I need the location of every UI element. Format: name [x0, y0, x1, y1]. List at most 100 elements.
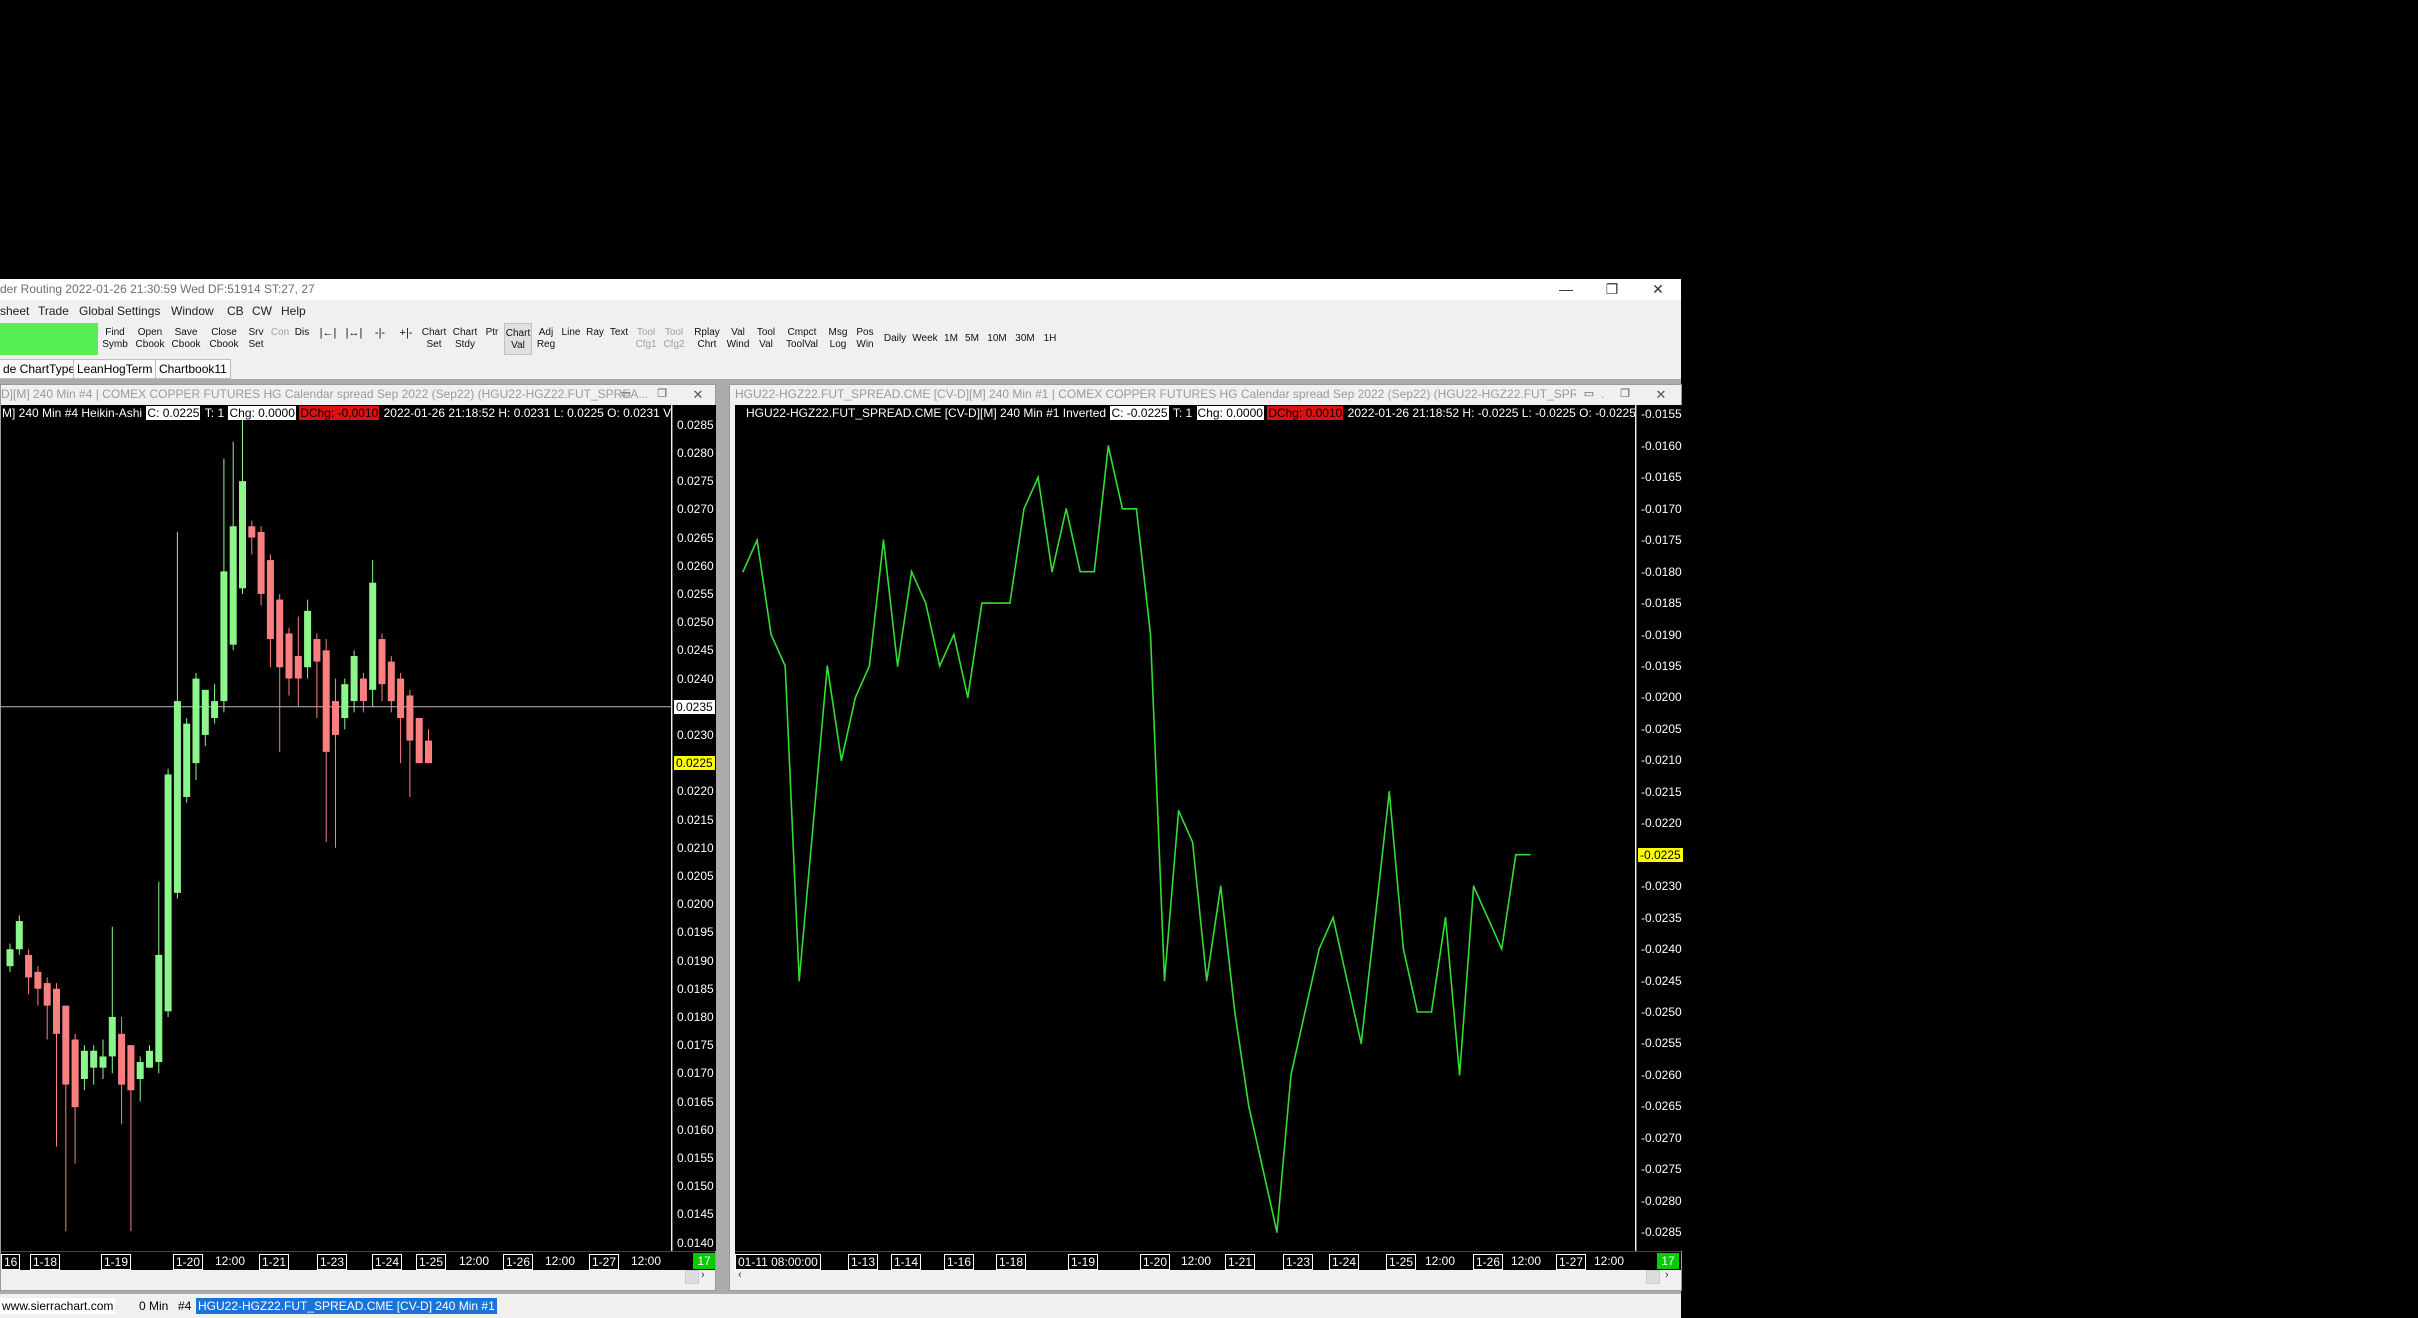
open-chartbook-button[interactable]: Open Cbook: [134, 323, 166, 355]
price-tick-label: -0.0250: [1641, 1004, 1682, 1019]
tab-chartbook11[interactable]: Chartbook11: [155, 359, 231, 379]
restore-icon[interactable]: ❐: [1589, 279, 1635, 300]
scroll-thumb[interactable]: [1646, 1270, 1660, 1284]
time-tick-label: 1-20: [1140, 1254, 1171, 1270]
price-chart-area[interactable]: M] 240 Min #4 Heikin-Ashi C: 0.0225 T: 1…: [1, 405, 671, 1251]
candle-body: [248, 526, 256, 538]
price-point: [854, 696, 857, 699]
menu-item-sheet[interactable]: sheet: [0, 301, 29, 321]
scroll-right-icon[interactable]: ›: [701, 1269, 705, 1281]
replay-chart-button[interactable]: Rplay Chrt: [691, 323, 723, 355]
ray-tool-button[interactable]: Ray: [584, 323, 606, 355]
price-axis[interactable]: 0.0285 0.0280 0.0275 0.0270 0.0265 0.0260 0.02…: [672, 405, 716, 1251]
candle-body: [229, 526, 237, 645]
minimize-icon[interactable]: —: [1543, 279, 1589, 300]
adjust-regression-button[interactable]: Adj Reg: [534, 323, 558, 355]
candle-body: [6, 949, 14, 967]
horizontal-scrollbar[interactable]: ›: [1, 1269, 715, 1284]
price-point: [840, 759, 843, 762]
restore-icon[interactable]: ❐: [649, 386, 675, 403]
text-tool-button[interactable]: Text: [607, 323, 631, 355]
price-tick-label: 0.0145: [677, 1207, 714, 1222]
candle-body: [127, 1045, 135, 1091]
price-tick-label: 0.0185: [677, 981, 714, 996]
status-chart-interval[interactable]: 0 Min: [137, 1298, 170, 1314]
menu-item-cw[interactable]: CW: [252, 301, 272, 321]
restore-icon[interactable]: ❐: [1612, 386, 1638, 403]
menu-bar: sheet Trade Global Settings Window CB CW…: [0, 301, 1681, 321]
candle-body: [220, 571, 228, 702]
price-axis[interactable]: -0.0155 -0.0160 -0.0165 -0.0170 -0.0175 -0.01…: [1636, 405, 1683, 1251]
scroll-thumb[interactable]: [685, 1270, 699, 1284]
positions-window-button[interactable]: Pos Win: [852, 323, 878, 355]
server-settings-button[interactable]: Srv Set: [245, 323, 267, 355]
tool-values-button[interactable]: Tool Val: [753, 323, 779, 355]
tool-config2-button[interactable]: Tool Cfg2: [661, 323, 687, 355]
time-axis[interactable]: 17 16 1-18 1-19 1-20 12:00 1-21 1-23 1-24 1-25 12…: [1, 1251, 715, 1270]
save-chartbook-button[interactable]: Save Cbook: [170, 323, 202, 355]
chart-studies-button[interactable]: Chart Stdy: [451, 323, 479, 355]
close-icon[interactable]: ✕: [1635, 279, 1681, 300]
value-window-button[interactable]: Val Wind: [725, 323, 751, 355]
compact-tool-values-button[interactable]: Cmpct ToolVal: [782, 323, 822, 355]
line-tool-button[interactable]: Line: [560, 323, 582, 355]
price-tick-label: 0.0265: [677, 530, 714, 545]
chart-window-right[interactable]: HGU22-HGZ22.FUT_SPREAD.CME [CV-D][M] 240…: [729, 384, 1683, 1291]
time-axis[interactable]: 17 01-11 08:00:00 1-13 1-14 1-16 1-18 1-19 1-2…: [735, 1251, 1681, 1270]
price-tick-label: 0.0245: [677, 643, 714, 658]
daily-timeframe-button[interactable]: Daily: [881, 323, 909, 355]
close-icon[interactable]: ✕: [1648, 386, 1674, 403]
bar-count-badge: 17: [1657, 1253, 1679, 1269]
decrease-spacing-icon[interactable]: -|-: [368, 323, 392, 355]
status-chart-number[interactable]: #4: [176, 1298, 193, 1314]
scroll-left-icon[interactable]: ‹: [738, 1269, 742, 1281]
menu-item-help[interactable]: Help: [281, 301, 306, 321]
candle-body: [201, 689, 209, 735]
price-chart-area[interactable]: HGU22-HGZ22.FUT_SPREAD.CME [CV-D][M] 240…: [735, 405, 1635, 1251]
message-log-button[interactable]: Msg Log: [825, 323, 851, 355]
price-point: [995, 602, 997, 604]
minimize-icon[interactable]: ▭: [1576, 386, 1602, 403]
5-minute-button[interactable]: 5M: [962, 323, 982, 355]
increase-spacing-icon[interactable]: +|-: [394, 323, 418, 355]
horizontal-scrollbar[interactable]: ‹ ›: [730, 1269, 1681, 1284]
close-icon[interactable]: ✕: [685, 386, 711, 403]
chart-window-left[interactable]: D][M] 240 Min #4 | COMEX COPPER FUTURES …: [0, 384, 716, 1291]
1-hour-button[interactable]: 1H: [1040, 323, 1060, 355]
candle-body: [350, 655, 358, 702]
candle-body: [415, 718, 423, 764]
menu-item-window[interactable]: Window: [171, 301, 214, 321]
connect-button[interactable]: Con: [269, 323, 291, 355]
chart-settings-button[interactable]: Chart Set: [420, 323, 448, 355]
price-point: [1248, 1105, 1250, 1108]
price-tick-label: 0.0275: [677, 474, 714, 489]
30-minute-button[interactable]: 30M: [1012, 323, 1038, 355]
candle-body: [71, 1039, 79, 1108]
scroll-right-icon[interactable]: ›: [1665, 1269, 1669, 1281]
zoom-fit-icon[interactable]: |↔|: [342, 323, 366, 355]
time-tick-label: 1-16: [944, 1254, 975, 1270]
status-active-chart[interactable]: HGU22-HGZ22.FUT_SPREAD.CME [CV-D] 240 Mi…: [196, 1298, 497, 1314]
candle-body: [257, 531, 265, 594]
tab-chart-type[interactable]: de ChartType: [0, 359, 80, 379]
1-minute-button[interactable]: 1M: [941, 323, 961, 355]
menu-item-cb[interactable]: CB: [227, 301, 244, 321]
scroll-left-icon[interactable]: |←|: [316, 323, 340, 355]
menu-item-trade[interactable]: Trade: [38, 301, 69, 321]
find-symbol-button[interactable]: Find Symb: [101, 323, 129, 355]
tool-config1-button[interactable]: Tool Cfg1: [633, 323, 659, 355]
candle-body: [211, 701, 219, 719]
tab-lean-hog-term[interactable]: LeanHogTerm: [73, 359, 157, 379]
disconnect-button[interactable]: Dis: [292, 323, 312, 355]
price-tick-label: 0.0180: [677, 1009, 714, 1024]
chart-values-tool-button[interactable]: Chart Val: [504, 323, 532, 355]
minimize-icon[interactable]: ▭: [613, 386, 639, 403]
10-minute-button[interactable]: 10M: [984, 323, 1010, 355]
price-tick-label: 0.0220: [677, 784, 714, 799]
pointer-tool-button[interactable]: Ptr: [482, 323, 502, 355]
connection-status-indicator: [0, 323, 98, 355]
close-chartbook-button[interactable]: Close Cbook: [207, 323, 241, 355]
weekly-timeframe-button[interactable]: Week: [911, 323, 939, 355]
menu-item-global-settings[interactable]: Global Settings: [79, 301, 160, 321]
website-label[interactable]: www.sierrachart.com: [0, 1298, 116, 1314]
